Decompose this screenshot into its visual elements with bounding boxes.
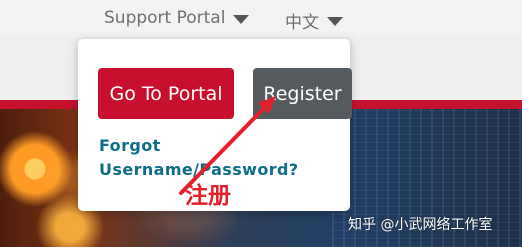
support-portal-label: Support Portal [104, 8, 226, 28]
language-label: 中文 [285, 13, 319, 33]
chevron-down-icon [327, 17, 343, 26]
forgot-line-1: Forgot [99, 136, 161, 155]
chevron-down-icon [233, 14, 250, 24]
forgot-credentials-link[interactable]: Forgot Username/Password? [99, 134, 339, 182]
go-to-portal-button[interactable]: Go To Portal [98, 68, 234, 119]
top-nav-bar: Support Portal 中文 [0, 0, 522, 37]
register-button[interactable]: Register [253, 68, 352, 119]
annotation-label: 注册 [185, 183, 231, 209]
support-portal-menu[interactable]: Support Portal [104, 8, 250, 28]
watermark-text: 知乎 @小武网络工作室 [348, 217, 493, 233]
language-menu[interactable]: 中文 [285, 8, 343, 33]
